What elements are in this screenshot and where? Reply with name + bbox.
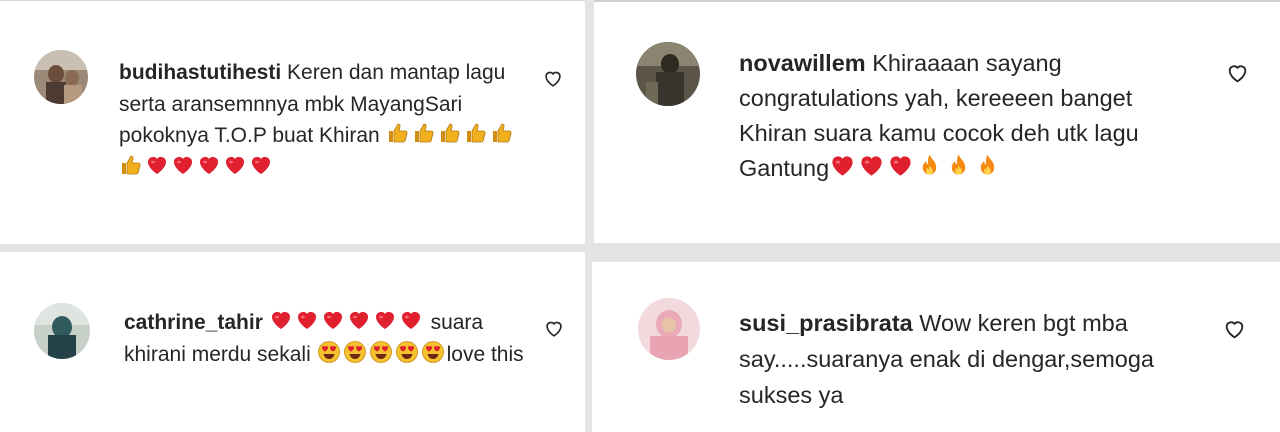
fire-icon — [974, 152, 1001, 179]
comment-text: cathrine_tahir suara khirani merdu sekal… — [124, 307, 544, 371]
avatar[interactable] — [638, 298, 700, 360]
thumbs-up-icon — [119, 153, 143, 177]
heart-icon — [858, 152, 885, 179]
avatar[interactable] — [34, 303, 90, 359]
comment-body: love this — [446, 343, 524, 366]
heart-eyes-icon — [395, 340, 419, 364]
heart-icon — [197, 153, 221, 177]
heart-eyes-icon — [317, 340, 341, 364]
heart-icon — [347, 308, 371, 332]
like-heart-icon[interactable] — [543, 317, 565, 339]
heart-eyes-icon — [343, 340, 367, 364]
comment-username[interactable]: novawillem — [739, 50, 866, 76]
like-heart-icon[interactable] — [1225, 60, 1250, 85]
fire-icon — [916, 152, 943, 179]
heart-icon — [171, 153, 195, 177]
like-heart-icon[interactable] — [1222, 316, 1247, 341]
heart-icon — [373, 308, 397, 332]
comment-card-1: budihastutihesti Keren dan mantap lagu s… — [0, 0, 585, 244]
heart-eyes-icon — [421, 340, 445, 364]
heart-icon — [295, 308, 319, 332]
comment-username[interactable]: cathrine_tahir — [124, 311, 263, 334]
thumbs-up-icon — [412, 121, 436, 145]
heart-icon — [223, 153, 247, 177]
thumbs-up-icon — [490, 121, 514, 145]
heart-icon — [249, 153, 273, 177]
avatar[interactable] — [34, 50, 88, 104]
heart-icon — [399, 308, 423, 332]
comment-card-4: susi_prasibrata Wow keren bgt mba say...… — [592, 262, 1280, 432]
comment-text: susi_prasibrata Wow keren bgt mba say...… — [739, 305, 1199, 413]
heart-icon — [321, 308, 345, 332]
thumbs-up-icon — [438, 121, 462, 145]
comment-card-3: cathrine_tahir suara khirani merdu sekal… — [0, 252, 585, 432]
comment-username[interactable]: susi_prasibrata — [739, 310, 913, 336]
heart-icon — [145, 153, 169, 177]
heart-icon — [829, 152, 856, 179]
avatar[interactable] — [636, 42, 700, 106]
comment-text: novawillem Khiraaaan sayang congratulati… — [739, 46, 1169, 186]
heart-icon — [887, 152, 914, 179]
fire-icon — [945, 152, 972, 179]
comment-username[interactable]: budihastutihesti — [119, 61, 281, 84]
like-heart-icon[interactable] — [542, 67, 564, 89]
thumbs-up-icon — [386, 121, 410, 145]
comment-text: budihastutihesti Keren dan mantap lagu s… — [119, 57, 519, 183]
comment-card-2: novawillem Khiraaaan sayang congratulati… — [594, 0, 1280, 243]
heart-eyes-icon — [369, 340, 393, 364]
thumbs-up-icon — [464, 121, 488, 145]
heart-icon — [269, 308, 293, 332]
